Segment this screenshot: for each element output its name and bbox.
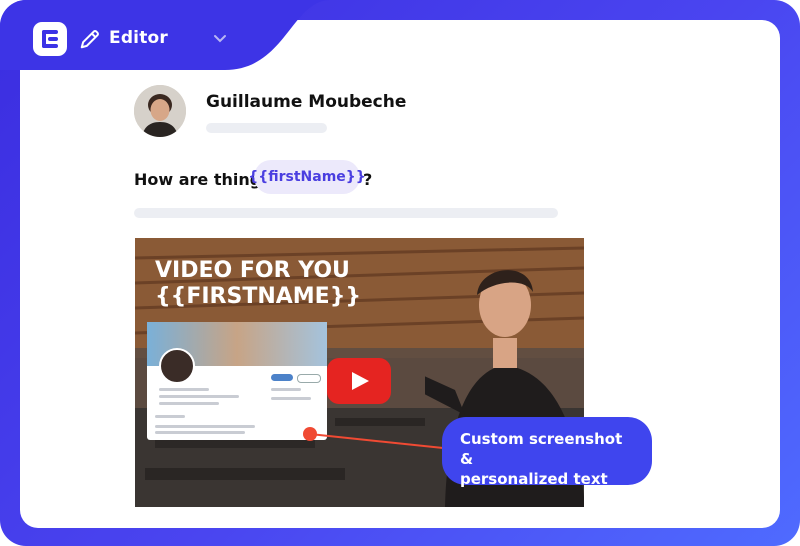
profile-screenshot [147,322,327,440]
editor-label[interactable]: Editor [109,28,168,48]
feature-callout: Custom screenshot & personalized text [442,417,652,488]
app-logo-icon[interactable] [33,22,67,56]
callout-line1: Custom screenshot & [460,430,623,468]
video-title-line2: {{FIRSTNAME}} [155,284,362,309]
app-frame: Editor Guillaume Moubeche How are things… [0,0,800,546]
header-tab [0,0,330,70]
callout-line2: personalized text [460,470,608,488]
avatar [134,85,186,137]
play-icon[interactable] [327,358,391,404]
screenshot-avatar [159,348,195,384]
video-title-line1: VIDEO FOR YOU [155,258,350,283]
skeleton-line [206,123,327,133]
skeleton-line [134,208,558,218]
profile-name: Guillaume Moubeche [206,92,407,112]
chevron-down-icon[interactable] [212,30,228,46]
message-suffix[interactable]: ? [363,170,372,189]
pencil-icon [80,30,99,49]
variable-token[interactable]: {{firstName}} [248,160,366,194]
video-title: VIDEO FOR YOU {{FIRSTNAME}} [155,258,361,310]
